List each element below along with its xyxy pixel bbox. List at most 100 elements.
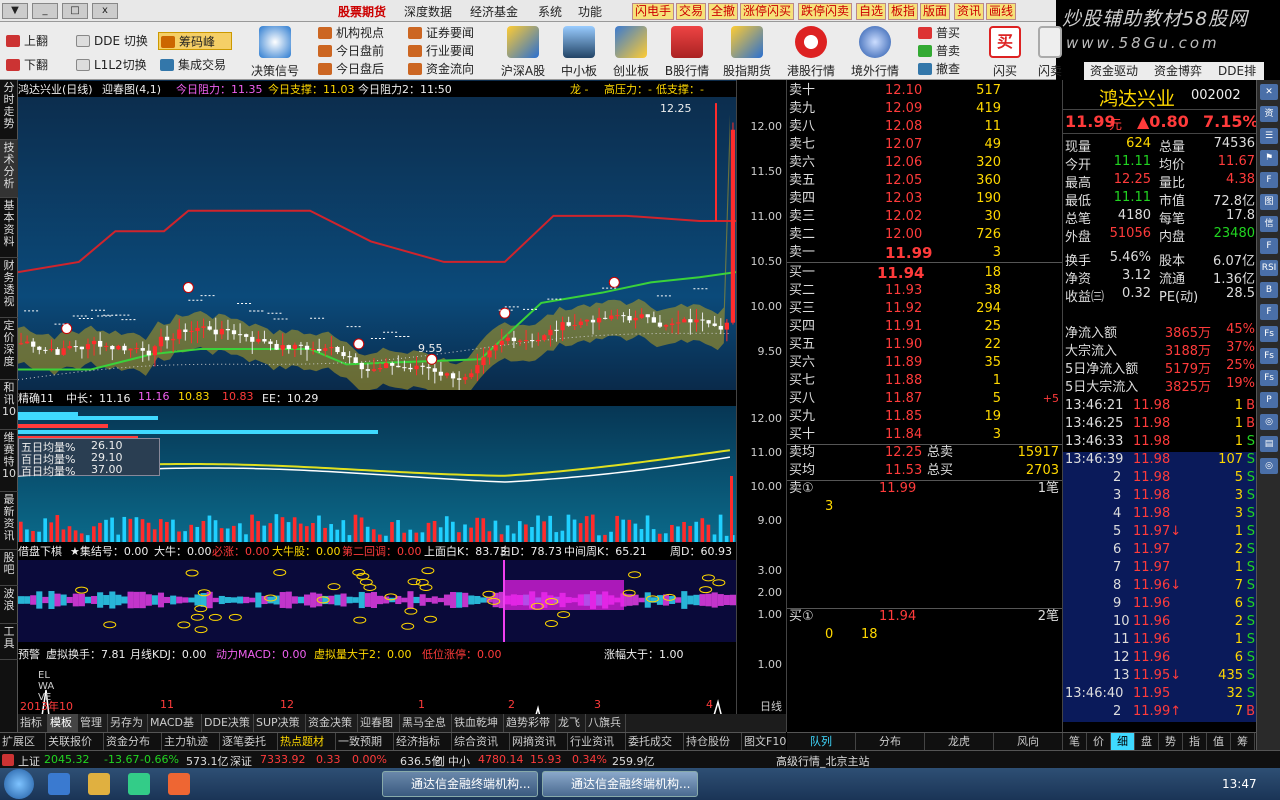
normal-buy-button[interactable]: 普买 [916, 24, 960, 42]
tab-wave[interactable]: 波浪 [0, 586, 18, 624]
extended-tab[interactable]: 逐笔委托 [220, 733, 278, 751]
industry-news-button[interactable]: 行业要闻 [406, 42, 474, 60]
decision-signal-button[interactable]: 决策信号 [246, 24, 304, 78]
start-icon[interactable] [4, 769, 34, 799]
premarket-button[interactable]: 今日盘前 [316, 42, 384, 60]
page-up-button[interactable]: 上翻 [4, 32, 48, 50]
indicator-tab[interactable]: 模板 [48, 714, 78, 732]
side-tool-icon[interactable]: ✕ [1260, 84, 1278, 100]
securities-news-button[interactable]: 证券要闻 [406, 24, 474, 42]
app-menu-button[interactable]: ▼ [2, 3, 28, 19]
cancel-all-button[interactable]: 全撤 [708, 3, 739, 20]
indicator-tab[interactable]: 八旗兵 [586, 714, 626, 732]
side-tool-icon[interactable]: 图 [1260, 194, 1278, 210]
menu-depth-data[interactable]: 深度数据 [404, 3, 452, 20]
side-tool-icon[interactable]: Fs [1260, 348, 1278, 364]
extended-tab[interactable]: 扩展区 [0, 733, 46, 751]
hk-market-button[interactable]: 港股行情 [782, 24, 840, 78]
fund-game-button[interactable]: 资金博弈 [1154, 62, 1202, 79]
ask-level[interactable]: 卖六 12.06 320 [787, 154, 1063, 172]
bid-level[interactable]: 买七 11.88 1 [787, 372, 1063, 390]
menu-system[interactable]: 系统 [538, 3, 562, 20]
sh-sz-a-button[interactable]: 沪深A股 [494, 24, 552, 78]
browser-icon[interactable] [48, 773, 70, 795]
extended-tab[interactable]: 经济指标 [394, 733, 452, 751]
extended-tab[interactable]: 资金分布 [104, 733, 162, 751]
side-tool-icon[interactable]: P [1260, 392, 1278, 408]
bid-level[interactable]: 买十 11.84 3 [787, 426, 1063, 444]
book-tab[interactable]: 队列 [787, 733, 856, 751]
tab-basic-info[interactable]: 基本资料 [0, 198, 18, 258]
inst-view-button[interactable]: 机构视点 [316, 24, 384, 42]
side-tool-icon[interactable]: RSI [1260, 260, 1278, 276]
indicator-tab[interactable]: 铁血乾坤 [452, 714, 504, 732]
integrated-trade-button[interactable]: 集成交易 [158, 56, 226, 74]
tab-pricing[interactable]: 定价深度 [0, 318, 18, 380]
extended-tab[interactable]: 委托成交 [626, 733, 684, 751]
ask-level[interactable]: 卖三 12.02 30 [787, 208, 1063, 226]
normal-sell-button[interactable]: 普卖 [916, 42, 960, 60]
indicator-tab[interactable]: 黑马全息 [400, 714, 452, 732]
ask-level[interactable]: 卖五 12.05 360 [787, 172, 1063, 190]
overseas-market-button[interactable]: 境外行情 [846, 24, 904, 78]
extended-tab[interactable]: 主力轨迹 [162, 733, 220, 751]
candlestick-chart[interactable] [18, 98, 736, 390]
menu-functions[interactable]: 功能 [578, 3, 602, 20]
side-tool-icon[interactable]: ⚑ [1260, 150, 1278, 166]
indicator-tab[interactable]: DDE决策 [202, 714, 254, 732]
side-tool-icon[interactable]: 信 [1260, 216, 1278, 232]
indicator-tab[interactable]: 龙飞 [556, 714, 586, 732]
detail-tab[interactable]: 价 [1087, 733, 1111, 751]
extended-tab[interactable]: 综合资讯 [452, 733, 510, 751]
detail-tab[interactable]: 筹 [1231, 733, 1255, 751]
bid-level[interactable]: 买三 11.92 294 [787, 300, 1063, 318]
tab-latest-news[interactable]: 最新资讯 [0, 492, 18, 550]
side-tool-icon[interactable]: Fs [1260, 370, 1278, 386]
ask-level[interactable]: 卖四 12.03 190 [787, 190, 1063, 208]
indicator-tab[interactable]: 指标 [18, 714, 48, 732]
sme-board-button[interactable]: 中小板 [550, 24, 608, 78]
taskbar-window-1[interactable]: 通达信金融终端机构... [382, 771, 538, 797]
fund-drive-button[interactable]: 资金驱动 [1090, 62, 1138, 79]
wave-chart[interactable] [18, 560, 736, 642]
trade-button[interactable]: 交易 [676, 3, 707, 20]
page-down-button[interactable]: 下翻 [4, 56, 48, 74]
clock[interactable]: 13:47 [1222, 777, 1257, 791]
index-button[interactable]: 板指 [888, 3, 919, 20]
bid-queue-header[interactable]: 买① 11.94 2笔 [787, 608, 1063, 626]
ask-level[interactable]: 卖八 12.08 11 [787, 118, 1063, 136]
bid-level[interactable]: 买六 11.89 35 [787, 354, 1063, 372]
indicator-tab[interactable]: 趋势彩带 [504, 714, 556, 732]
indicator-tab[interactable]: MACD基本 [148, 714, 202, 747]
detail-tab[interactable]: 值 [1207, 733, 1231, 751]
panel3[interactable]: 借盘下棋 ★集结号：0.00 大牛：0.00 必涨：0.00 大牛股：0.00 … [18, 542, 736, 642]
l1l2-switch-button[interactable]: L1L2切换 [74, 56, 147, 74]
book-tab[interactable]: 分布 [856, 733, 925, 751]
index-futures-button[interactable]: 股指期货 [718, 24, 776, 78]
minimize-button[interactable]: _ [32, 3, 58, 19]
news-button[interactable]: 资讯 [954, 3, 985, 20]
tab-financial[interactable]: 财务透视 [0, 258, 18, 318]
fund-flow-button[interactable]: 资金流向 [406, 60, 474, 78]
bid-level[interactable]: 买二 11.93 38 [787, 282, 1063, 300]
chip-peak-button[interactable]: 筹码峰 [158, 32, 232, 50]
cancel-query-button[interactable]: 撤查 [916, 60, 960, 78]
watchlist-button[interactable]: 自选 [856, 3, 887, 20]
app-icon[interactable] [128, 773, 150, 795]
indicator-tab[interactable]: 管理 [78, 714, 108, 732]
extended-tab[interactable]: 一致预期 [336, 733, 394, 751]
side-tool-icon[interactable]: B [1260, 282, 1278, 298]
flash-sell-button[interactable]: 闪卖 [1030, 24, 1070, 78]
detail-tab[interactable]: 盘 [1135, 733, 1159, 751]
limit-up-buy-button[interactable]: 涨停闪买 [740, 3, 795, 20]
ask-level[interactable]: 卖十 12.10 517 [787, 82, 1063, 100]
draw-line-button[interactable]: 画线 [986, 3, 1017, 20]
detail-tab[interactable]: 指 [1183, 733, 1207, 751]
tab-technical[interactable]: 技术分析 [0, 140, 18, 198]
close-button[interactable]: x [92, 3, 118, 19]
tab-weisaite[interactable]: 维赛特10 [0, 430, 18, 492]
extended-tab[interactable]: 网摘资讯 [510, 733, 568, 751]
dde-switch-button[interactable]: DDE 切换 [74, 32, 148, 50]
indicator-tab[interactable]: 迎春图 [358, 714, 400, 732]
bid-level[interactable]: 买五 11.90 22 [787, 336, 1063, 354]
